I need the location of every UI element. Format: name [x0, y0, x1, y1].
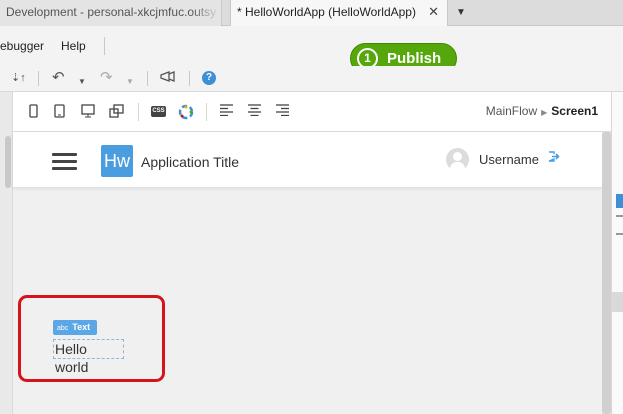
canvas-toolbar: CSS MainFlow ▶ Screen1	[13, 92, 611, 132]
align-left-icon[interactable]	[220, 104, 233, 120]
right-panel-row[interactable]	[611, 292, 623, 312]
breadcrumb-flow[interactable]: MainFlow	[486, 104, 537, 118]
merge-down-icon[interactable]: ⇣↑	[11, 70, 26, 86]
toolbar-divider	[138, 103, 139, 121]
tab-label: * HelloWorldApp (HelloWorldApp)	[237, 5, 416, 19]
widget-type-badge: abc Text	[53, 320, 97, 335]
app-logo: Hw	[101, 145, 133, 177]
toolbar-divider	[38, 71, 39, 86]
css-icon[interactable]: CSS	[151, 106, 166, 117]
theme-icon[interactable]	[178, 104, 194, 124]
align-center-icon[interactable]	[248, 104, 261, 120]
tab-helloworldapp[interactable]: * HelloWorldApp (HelloWorldApp) ✕	[230, 0, 448, 26]
badge-label: Text	[72, 322, 91, 332]
right-scrollbar-thumb[interactable]	[602, 132, 611, 414]
chevron-down-icon[interactable]: ▼	[126, 74, 134, 90]
right-panel-marker	[616, 215, 623, 217]
breadcrumb-screen: Screen1	[551, 104, 598, 118]
tab-bar: Development - personal-xkcjmfuc.outsy * …	[0, 0, 623, 26]
main-toolbar: ⇣↑ ↶ ▼ ↷ ▼ ?	[0, 66, 623, 92]
menu-icon[interactable]	[52, 153, 77, 170]
toolbar-divider	[189, 71, 190, 86]
phone-icon[interactable]	[29, 104, 38, 122]
menu-divider	[104, 37, 105, 55]
megaphone-icon[interactable]	[160, 70, 176, 88]
right-panel	[611, 92, 623, 414]
publish-label: Publish	[387, 50, 442, 67]
toolbar-divider	[206, 103, 207, 121]
menu-debugger[interactable]: ebugger	[0, 39, 44, 53]
menu-bar: ebugger Help	[0, 26, 623, 66]
tablet-icon[interactable]	[54, 104, 65, 122]
undo-icon[interactable]: ↶	[52, 70, 65, 86]
chevron-down-icon[interactable]: ▼	[78, 74, 86, 90]
tab-fade	[191, 0, 221, 26]
chevron-right-icon: ▶	[541, 108, 548, 117]
app-header: Hw Application Title Username	[13, 132, 602, 188]
username: Username	[479, 152, 539, 167]
help-icon[interactable]: ?	[202, 71, 216, 85]
right-panel-marker	[616, 233, 623, 235]
desktop-icon[interactable]	[81, 104, 95, 122]
avatar	[446, 148, 469, 171]
left-scrollbar-thumb[interactable]	[5, 136, 11, 188]
toolbar-divider	[147, 71, 148, 86]
redo-icon[interactable]: ↷	[100, 70, 113, 86]
close-icon[interactable]: ✕	[428, 0, 439, 24]
multi-screen-icon[interactable]	[109, 104, 124, 122]
tab-development[interactable]: Development - personal-xkcjmfuc.outsy	[0, 0, 222, 26]
logout-icon[interactable]	[548, 151, 560, 165]
text-widget[interactable]: Hello world	[53, 339, 124, 375]
menu-help[interactable]: Help	[61, 39, 86, 53]
chevron-down-icon[interactable]: ▼	[456, 0, 466, 25]
breadcrumb: MainFlow ▶ Screen1	[486, 104, 598, 118]
badge-prefix: abc	[57, 325, 69, 332]
app-title: Application Title	[141, 154, 240, 170]
align-right-icon[interactable]	[276, 104, 289, 120]
right-panel-tag	[616, 194, 623, 208]
tab-label: Development - personal-xkcjmfuc.outsy	[6, 5, 217, 19]
